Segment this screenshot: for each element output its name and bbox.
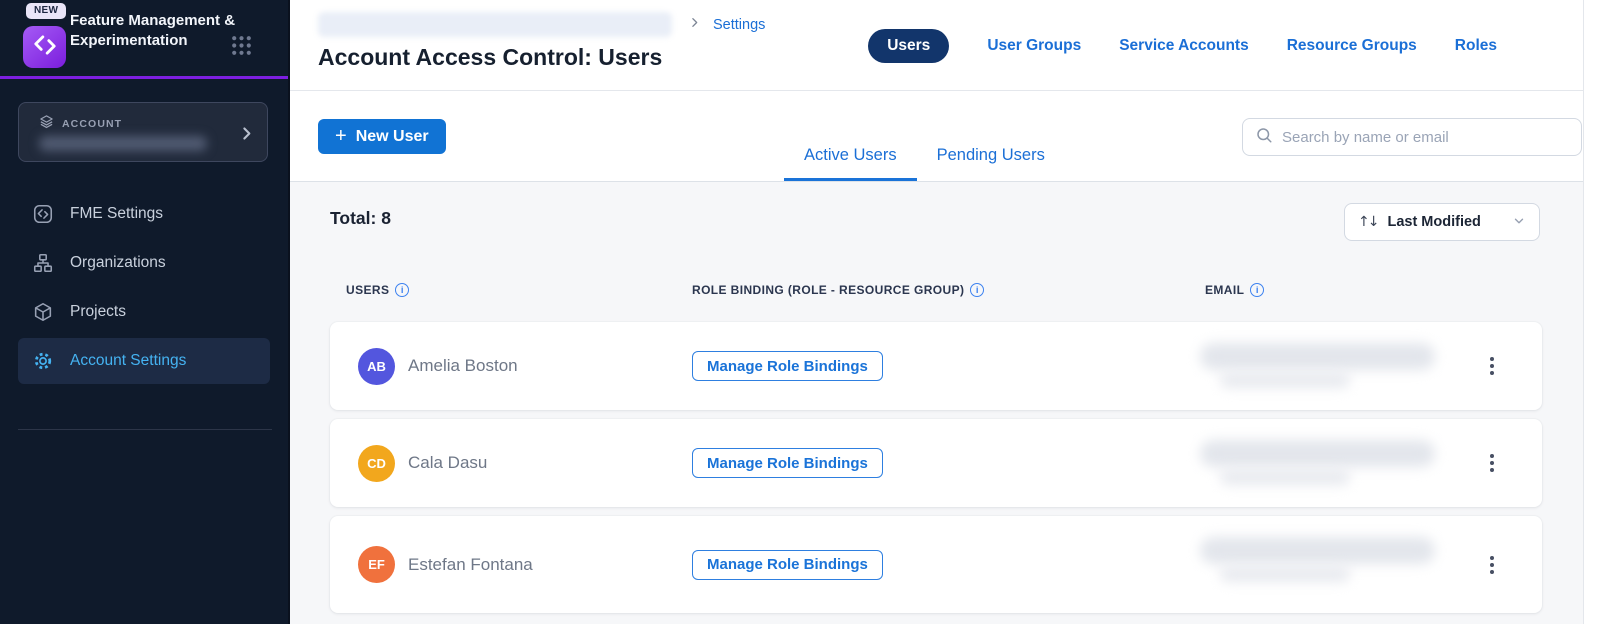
info-icon[interactable] bbox=[395, 283, 409, 297]
info-icon[interactable] bbox=[970, 283, 984, 297]
blurred-account-name bbox=[39, 136, 207, 151]
row-menu-kebab-icon[interactable] bbox=[1482, 445, 1502, 481]
user-state-tabs: Active Users Pending Users bbox=[784, 91, 1065, 181]
tab-active-users[interactable]: Active Users bbox=[784, 91, 917, 181]
sidebar-item-label: Organizations bbox=[70, 254, 166, 272]
blurred-email-line2 bbox=[1220, 372, 1350, 388]
row-menu-kebab-icon[interactable] bbox=[1482, 547, 1502, 583]
chevron-right-icon bbox=[688, 16, 701, 34]
sidebar-item-label: Account Settings bbox=[70, 352, 186, 370]
product-title: Feature Management & Experimentation bbox=[70, 11, 238, 51]
column-label: EMAIL bbox=[1205, 283, 1244, 297]
split-outline-icon bbox=[32, 203, 54, 225]
plus-icon bbox=[335, 126, 347, 147]
chevron-right-icon bbox=[238, 125, 255, 147]
column-users: USERS bbox=[346, 283, 409, 297]
tab-resource-groups[interactable]: Resource Groups bbox=[1287, 37, 1417, 55]
account-label: ACCOUNT bbox=[62, 118, 122, 130]
email-cell bbox=[1192, 322, 1442, 410]
manage-role-bindings-button[interactable]: Manage Role Bindings bbox=[692, 448, 883, 478]
user-name: Amelia Boston bbox=[408, 356, 518, 376]
breadcrumb: Settings bbox=[688, 16, 765, 34]
users-list-section: Total: 8 ↑↓ Last Modified USERS ROLE BIN… bbox=[290, 182, 1583, 624]
app-window: NEW Feature Management & Experimentation… bbox=[0, 0, 1600, 624]
blurred-email bbox=[1200, 343, 1435, 370]
new-user-button-label: New User bbox=[356, 128, 429, 146]
user-name: Estefan Fontana bbox=[408, 555, 533, 575]
total-count: Total: 8 bbox=[330, 208, 391, 229]
sidebar-divider bbox=[18, 429, 272, 430]
search-icon bbox=[1255, 126, 1273, 149]
accent-divider bbox=[0, 76, 288, 79]
table-row: EF Estefan Fontana Manage Role Bindings bbox=[330, 516, 1542, 613]
column-role-binding: ROLE BINDING (ROLE - RESOURCE GROUP) bbox=[692, 283, 984, 297]
sort-dropdown[interactable]: ↑↓ Last Modified bbox=[1344, 203, 1540, 241]
chevron-down-icon bbox=[1512, 214, 1526, 231]
column-label: USERS bbox=[346, 283, 389, 297]
sidebar-item-projects[interactable]: Projects bbox=[18, 289, 270, 335]
split-logo bbox=[23, 26, 66, 68]
tab-users[interactable]: Users bbox=[868, 29, 949, 63]
blurred-email-line2 bbox=[1220, 566, 1350, 582]
sort-arrows-icon: ↑↓ bbox=[1358, 214, 1377, 230]
cube-icon bbox=[32, 301, 54, 323]
right-gutter bbox=[1584, 0, 1600, 624]
user-rows: AB Amelia Boston Manage Role Bindings CD… bbox=[330, 322, 1542, 613]
avatar: CD bbox=[358, 445, 395, 482]
sidebar-item-fme-settings[interactable]: FME Settings bbox=[18, 191, 270, 237]
email-cell bbox=[1192, 419, 1442, 507]
page-header: Settings Account Access Control: Users U… bbox=[290, 0, 1583, 91]
sidebar-nav: FME Settings Organizations Projects Acco… bbox=[0, 188, 288, 387]
email-cell bbox=[1192, 516, 1442, 613]
sidebar-item-label: FME Settings bbox=[70, 205, 163, 223]
sidebar-item-organizations[interactable]: Organizations bbox=[18, 240, 270, 286]
column-label: ROLE BINDING (ROLE - RESOURCE GROUP) bbox=[692, 283, 964, 297]
blurred-email bbox=[1200, 440, 1435, 467]
user-name: Cala Dasu bbox=[408, 453, 487, 473]
new-user-button[interactable]: New User bbox=[318, 119, 446, 154]
page-title: Account Access Control: Users bbox=[318, 44, 662, 71]
access-control-nav: Users User Groups Service Accounts Resou… bbox=[868, 29, 1497, 63]
manage-role-bindings-button[interactable]: Manage Role Bindings bbox=[692, 351, 883, 381]
blurred-email bbox=[1200, 537, 1435, 564]
split-logo-icon bbox=[32, 32, 58, 63]
search-box bbox=[1242, 118, 1582, 156]
blurred-email-line2 bbox=[1220, 469, 1350, 485]
row-menu-kebab-icon[interactable] bbox=[1482, 348, 1502, 384]
table-row: CD Cala Dasu Manage Role Bindings bbox=[330, 419, 1542, 507]
tab-roles[interactable]: Roles bbox=[1455, 37, 1497, 55]
user-cell: CD Cala Dasu bbox=[330, 445, 692, 482]
search-input[interactable] bbox=[1282, 129, 1569, 146]
user-cell: EF Estefan Fontana bbox=[330, 546, 692, 583]
tab-pending-users[interactable]: Pending Users bbox=[917, 91, 1065, 181]
sidebar-item-account-settings[interactable]: Account Settings bbox=[18, 338, 270, 384]
column-email: EMAIL bbox=[1205, 283, 1264, 297]
org-chart-icon bbox=[32, 252, 54, 274]
app-grid-icon[interactable] bbox=[229, 33, 254, 63]
blurred-breadcrumb-item bbox=[318, 12, 672, 37]
account-selector[interactable]: ACCOUNT bbox=[18, 102, 268, 162]
breadcrumb-settings-link[interactable]: Settings bbox=[713, 17, 765, 33]
sort-label: Last Modified bbox=[1387, 214, 1502, 230]
new-badge: NEW bbox=[26, 3, 66, 19]
layers-icon bbox=[39, 114, 54, 134]
table-row: AB Amelia Boston Manage Role Bindings bbox=[330, 322, 1542, 410]
tab-user-groups[interactable]: User Groups bbox=[987, 37, 1081, 55]
main-pane: Settings Account Access Control: Users U… bbox=[290, 0, 1584, 624]
sidebar: NEW Feature Management & Experimentation… bbox=[0, 0, 290, 624]
tab-service-accounts[interactable]: Service Accounts bbox=[1119, 37, 1249, 55]
toolbar: New User Active Users Pending Users bbox=[290, 91, 1583, 182]
info-icon[interactable] bbox=[1250, 283, 1264, 297]
avatar: EF bbox=[358, 546, 395, 583]
manage-role-bindings-button[interactable]: Manage Role Bindings bbox=[692, 550, 883, 580]
sidebar-item-label: Projects bbox=[70, 303, 126, 321]
table-header: USERS ROLE BINDING (ROLE - RESOURCE GROU… bbox=[330, 283, 1542, 303]
user-cell: AB Amelia Boston bbox=[330, 348, 692, 385]
avatar: AB bbox=[358, 348, 395, 385]
gear-icon bbox=[32, 350, 54, 372]
